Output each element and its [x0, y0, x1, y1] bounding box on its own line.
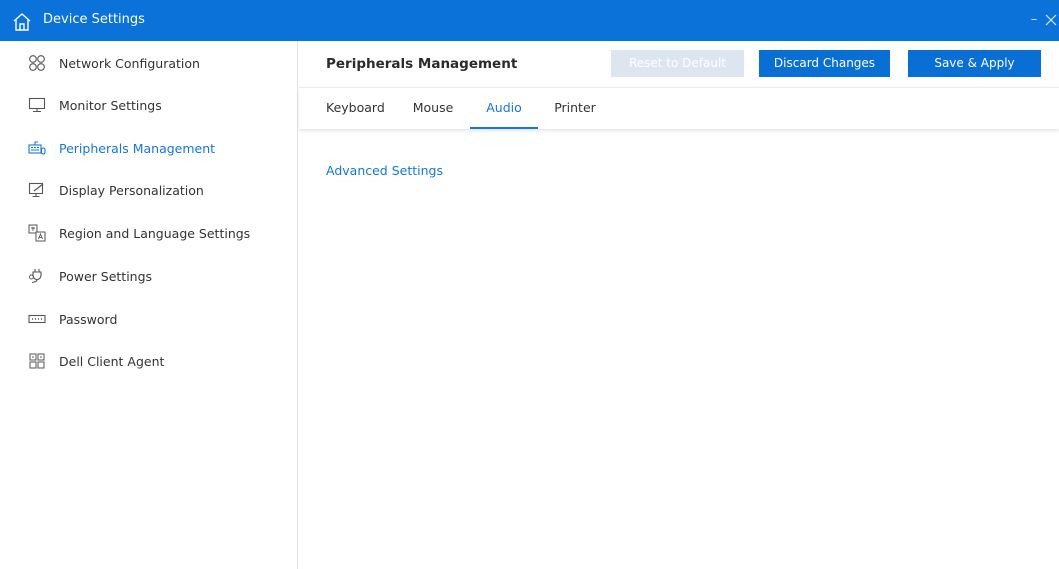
tab-printer[interactable]: Printer [553, 88, 597, 129]
tab-audio[interactable]: Audio [470, 88, 538, 129]
sidebar-item-label: Password [59, 312, 118, 327]
sidebar-item-label: Power Settings [59, 269, 153, 284]
sidebar-item-monitor-settings[interactable]: Monitor Settings [0, 85, 297, 125]
keyboard-mouse-icon [28, 141, 46, 155]
page-title: Peripherals Management [326, 56, 518, 72]
sidebar-item-label: Peripherals Management [59, 141, 216, 156]
title-bar: Device Settings – [0, 0, 1059, 41]
content-header: Peripherals Management Reset to Default … [299, 41, 1059, 87]
password-icon [28, 314, 46, 324]
monitor-icon [28, 97, 46, 113]
sidebar-item-dell-client-agent[interactable]: Dell Client Agent [0, 341, 297, 381]
sidebar-item-label: Network Configuration [59, 56, 200, 71]
sidebar-item-label: Dell Client Agent [59, 354, 165, 369]
network-icon [29, 55, 45, 71]
home-icon[interactable] [12, 12, 32, 32]
save-apply-button[interactable]: Save & Apply [908, 50, 1041, 77]
sidebar-item-label: Monitor Settings [59, 98, 162, 113]
reset-to-default-button[interactable]: Reset to Default [611, 50, 744, 77]
close-icon[interactable] [1044, 13, 1058, 27]
tab-keyboard[interactable]: Keyboard [326, 88, 385, 129]
sidebar-item-password[interactable]: Password [0, 299, 297, 339]
sidebar-item-label: Display Personalization [59, 183, 204, 198]
tab-mouse[interactable]: Mouse [412, 88, 454, 129]
discard-changes-button[interactable]: Discard Changes [759, 50, 890, 77]
sidebar-item-label: Region and Language Settings [59, 226, 251, 241]
tab-bar: Keyboard Mouse Audio Printer [299, 87, 1059, 129]
sidebar-item-network-configuration[interactable]: Network Configuration [0, 43, 297, 83]
display-personalization-icon [28, 182, 44, 198]
client-agent-icon [29, 353, 45, 369]
advanced-settings-link[interactable]: Advanced Settings [326, 163, 443, 179]
sidebar-item-region-language[interactable]: Region and Language Settings [0, 213, 297, 253]
window-title: Device Settings [43, 12, 145, 27]
sidebar-item-power-settings[interactable]: Power Settings [0, 256, 297, 296]
sidebar-item-display-personalization[interactable]: Display Personalization [0, 170, 297, 210]
power-plug-icon [29, 269, 42, 284]
minimize-button[interactable]: – [1028, 13, 1040, 27]
sidebar-item-peripherals-management[interactable]: Peripherals Management [0, 128, 297, 168]
sidebar: Network Configuration Monitor Settings P… [0, 41, 298, 569]
language-icon [28, 224, 46, 242]
